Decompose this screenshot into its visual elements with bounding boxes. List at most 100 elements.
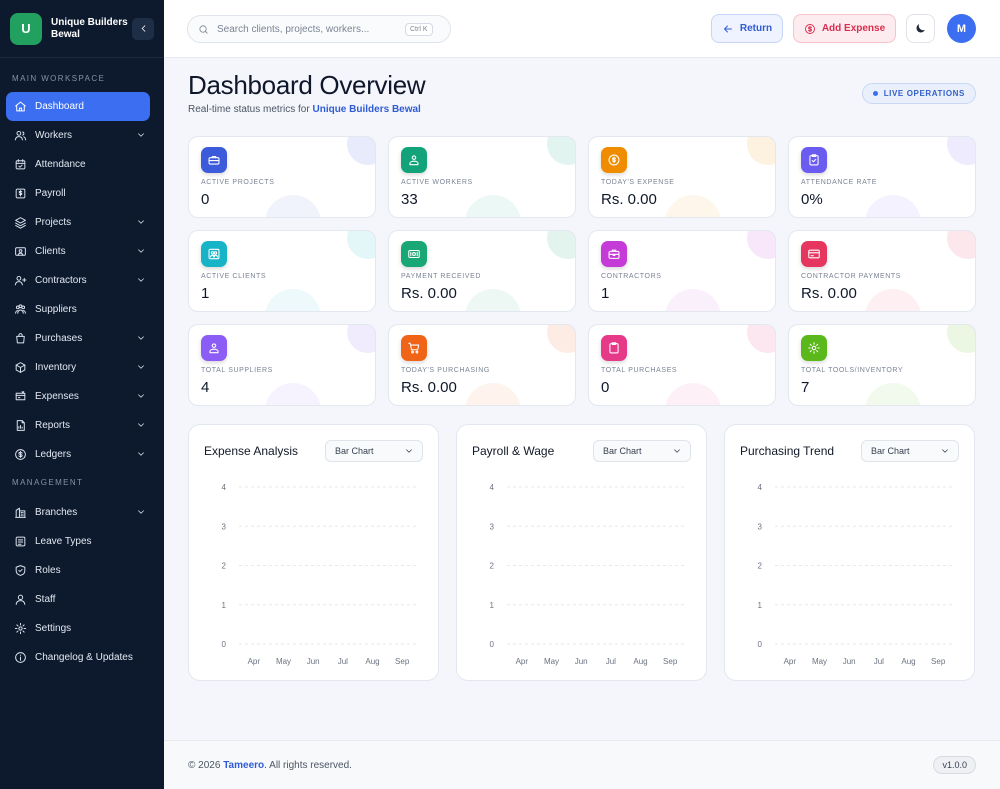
nav-icon-wrap xyxy=(13,129,27,143)
theme-toggle-button[interactable] xyxy=(906,14,935,43)
stat-card-payment-received[interactable]: PAYMENT RECEIVED Rs. 0.00 xyxy=(388,230,576,312)
sidebar-item-dashboard[interactable]: Dashboard xyxy=(6,92,150,121)
dollar-circle-icon xyxy=(804,23,815,34)
users-icon xyxy=(14,130,26,141)
stat-value: Rs. 0.00 xyxy=(401,379,457,396)
stat-card-contractors[interactable]: CONTRACTORS 1 xyxy=(588,230,776,312)
sidebar-item-roles[interactable]: Roles xyxy=(6,556,150,585)
sidebar-item-settings[interactable]: Settings xyxy=(6,614,150,643)
nav-icon-wrap xyxy=(13,332,27,346)
y-tick-label: 3 xyxy=(490,522,495,531)
chart-type-select[interactable]: Bar Chart xyxy=(593,440,691,462)
add-expense-button[interactable]: Add Expense xyxy=(793,14,896,43)
sidebar-item-payroll[interactable]: Payroll xyxy=(6,179,150,208)
stat-card-active-projects[interactable]: ACTIVE PROJECTS 0 xyxy=(188,136,376,218)
staff-icon xyxy=(15,594,25,605)
sidebar-item-branches[interactable]: Branches xyxy=(6,498,150,527)
layers-icon xyxy=(14,217,26,229)
search-input[interactable] xyxy=(217,23,405,35)
building-icon xyxy=(14,507,26,518)
clients-icon xyxy=(208,248,220,260)
sidebar-item-contractors[interactable]: Contractors xyxy=(6,266,150,295)
expand-chevron xyxy=(136,420,146,433)
stat-card-total-suppliers[interactable]: TOTAL SUPPLIERS 4 xyxy=(188,324,376,406)
stat-icon-badge xyxy=(201,335,227,361)
decor-circle xyxy=(665,289,721,311)
stat-icon-badge xyxy=(201,241,227,267)
x-tick-label: Aug xyxy=(901,657,915,666)
decor-circle xyxy=(465,195,521,217)
chart-type-select[interactable]: Bar Chart xyxy=(861,440,959,462)
sidebar-item-clients[interactable]: Clients xyxy=(6,237,150,266)
stat-value: Rs. 0.00 xyxy=(801,285,857,302)
chevron-down-icon xyxy=(138,365,144,369)
sidebar-item-label: Roles xyxy=(35,565,61,576)
sidebar-item-changelog-updates[interactable]: Changelog & Updates xyxy=(6,643,150,672)
stat-card-today-s-expense[interactable]: TODAY'S EXPENSE Rs. 0.00 xyxy=(588,136,776,218)
sidebar-item-label: Ledgers xyxy=(35,449,72,460)
sidebar-item-reports[interactable]: Reports xyxy=(6,411,150,440)
sidebar-item-label: Settings xyxy=(35,623,72,634)
sidebar-collapse-button[interactable] xyxy=(132,17,154,40)
stat-card-total-purchases[interactable]: TOTAL PURCHASES 0 xyxy=(588,324,776,406)
stat-label: ACTIVE PROJECTS xyxy=(201,179,275,186)
select-chevron xyxy=(940,446,950,458)
copyright: © 2026 Tameero. All rights reserved. xyxy=(188,760,352,771)
sidebar-item-workers[interactable]: Workers xyxy=(6,121,150,150)
chevron-down-icon xyxy=(138,423,144,427)
sidebar-item-attendance[interactable]: Attendance xyxy=(6,150,150,179)
decor-circle xyxy=(865,195,921,217)
search-box[interactable]: Ctrl K xyxy=(187,15,451,43)
decor-circle xyxy=(465,383,521,405)
sidebar-item-label: Reports xyxy=(35,420,71,431)
sidebar-item-suppliers[interactable]: Suppliers xyxy=(6,295,150,324)
chart-type-select[interactable]: Bar Chart xyxy=(325,440,423,462)
nav-icon-wrap xyxy=(13,158,27,172)
stat-value: 7 xyxy=(801,379,810,396)
clipboard-check-icon xyxy=(809,154,819,166)
sidebar-item-staff[interactable]: Staff xyxy=(6,585,150,614)
stat-icon-badge xyxy=(401,147,427,173)
sidebar-item-inventory[interactable]: Inventory xyxy=(6,353,150,382)
sidebar-item-leave-types[interactable]: Leave Types xyxy=(6,527,150,556)
chevron-down-icon xyxy=(674,449,680,453)
return-label: Return xyxy=(739,23,773,34)
chevron-down-icon xyxy=(406,449,412,453)
stat-card-today-s-purchasing[interactable]: TODAY'S PURCHASING Rs. 0.00 xyxy=(388,324,576,406)
chart-card-1: Payroll & Wage Bar Chart 0 1 2 3 4 Apr May Jun Jul… xyxy=(456,424,707,681)
sidebar-item-expenses[interactable]: Expenses xyxy=(6,382,150,411)
bar-chart: 0 1 2 3 4 Apr May Jun Jul Aug Sep xyxy=(490,483,685,666)
dollar-circle-icon xyxy=(14,449,26,460)
stat-icon-badge xyxy=(801,241,827,267)
return-button[interactable]: Return xyxy=(711,14,783,43)
stat-card-total-tools-inventory[interactable]: TOTAL TOOLS/INVENTORY 7 xyxy=(788,324,976,406)
decor-circle xyxy=(547,325,575,353)
y-tick-label: 4 xyxy=(222,483,227,492)
x-tick-label: Apr xyxy=(516,657,529,666)
company-link[interactable]: Tameero xyxy=(223,760,264,771)
sidebar-item-label: Leave Types xyxy=(35,536,92,547)
stat-label: TOTAL TOOLS/INVENTORY xyxy=(801,367,904,374)
chart-title: Payroll & Wage xyxy=(472,444,555,458)
chevron-down-icon xyxy=(138,452,144,456)
chevron-down-icon xyxy=(138,133,144,137)
x-tick-label: Jul xyxy=(874,657,884,666)
stat-card-attendance-rate[interactable]: ATTENDANCE RATE 0% xyxy=(788,136,976,218)
stat-label: ACTIVE CLIENTS xyxy=(201,273,267,280)
sidebar-item-label: Contractors xyxy=(35,275,87,286)
nav-icon-wrap xyxy=(13,274,27,288)
user-avatar[interactable]: M xyxy=(947,14,976,43)
sidebar-item-ledgers[interactable]: Ledgers xyxy=(6,440,150,469)
sidebar-item-purchases[interactable]: Purchases xyxy=(6,324,150,353)
moon-icon xyxy=(916,24,925,33)
stat-card-active-workers[interactable]: ACTIVE WORKERS 33 xyxy=(388,136,576,218)
x-tick-label: Jun xyxy=(575,657,588,666)
stat-card-contractor-payments[interactable]: CONTRACTOR PAYMENTS Rs. 0.00 xyxy=(788,230,976,312)
management-nav: Branches Leave Types Roles Staff Settings Cha… xyxy=(0,498,164,672)
sidebar-item-projects[interactable]: Projects xyxy=(6,208,150,237)
chevron-down-icon xyxy=(138,249,144,253)
stat-card-active-clients[interactable]: ACTIVE CLIENTS 1 xyxy=(188,230,376,312)
sidebar-item-label: Attendance xyxy=(35,159,86,170)
coin-icon xyxy=(608,154,620,166)
decor-circle xyxy=(347,325,375,353)
